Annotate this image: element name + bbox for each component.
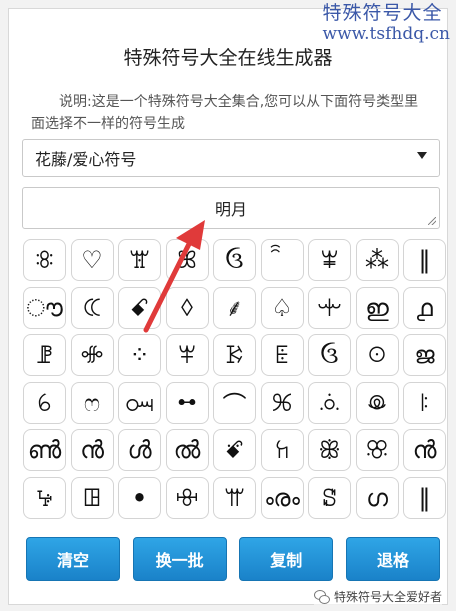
wechat-icon: [313, 589, 330, 604]
symbol-cell[interactable]: ‖: [403, 239, 446, 281]
symbol-cell[interactable]: ꗢ: [118, 381, 161, 424]
symbol-cell[interactable]: ꖊ: [23, 239, 66, 281]
symbol-cell[interactable]: ൻ: [70, 429, 114, 471]
symbol-cell[interactable]: ഗ: [355, 476, 399, 519]
symbol-cell[interactable]: ꕃ: [23, 381, 66, 424]
symbol-cell[interactable]: ઉ: [213, 239, 256, 281]
symbol-cell[interactable]: ꗃ: [118, 286, 161, 329]
symbol-cell[interactable]: ꕺ: [165, 286, 209, 329]
symbol-cell[interactable]: ൗ: [23, 286, 66, 329]
symbol-cell[interactable]: ꗣ: [213, 334, 256, 376]
symbol-cell[interactable]: ൽ: [165, 429, 209, 471]
symbol-cell[interactable]: ꖘ: [355, 381, 399, 424]
caret-down-icon: [417, 152, 427, 159]
symbol-cell[interactable]: ꖴ: [355, 334, 399, 376]
backspace-button[interactable]: 退格: [345, 537, 440, 581]
action-buttons: 清空 换一批 复制 退格: [26, 537, 440, 581]
symbol-cell[interactable]: ൾ: [118, 429, 161, 471]
symbol-cell[interactable]: ൺ: [23, 429, 66, 471]
clear-button[interactable]: 清空: [26, 537, 120, 581]
symbol-cell[interactable]: ꗟ: [308, 476, 351, 519]
symbol-cell[interactable]: ൟ: [260, 476, 304, 519]
symbol-cell[interactable]: ꗻ: [308, 286, 351, 329]
symbol-cell[interactable]: ⁂: [355, 239, 399, 281]
bottom-watermark-text: 特殊符号大全爱好者: [333, 590, 442, 604]
symbol-cell[interactable]: ൧: [403, 286, 446, 329]
resize-handle-icon[interactable]: [428, 217, 436, 225]
symbol-cell[interactable]: ꖸ: [70, 476, 114, 519]
symbol-cell[interactable]: ‖: [403, 476, 446, 519]
refresh-button[interactable]: 换一批: [132, 537, 227, 581]
symbol-cell[interactable]: ꗄ: [213, 429, 256, 471]
category-select-value: 花藤/爱心符号: [35, 150, 137, 169]
symbol-cell[interactable]: ꕑ: [260, 381, 304, 424]
page-title: 特殊符号大全在线生成器: [123, 47, 333, 69]
symbol-cell[interactable]: ♡: [70, 239, 114, 281]
category-select[interactable]: 花藤/爱心符号: [22, 139, 440, 177]
symbol-cell[interactable]: ꕣ: [355, 429, 399, 471]
symbol-cell[interactable]: ꕆ: [70, 286, 114, 329]
symbol-cell[interactable]: ⌒: [213, 381, 256, 424]
symbol-cell[interactable]: ꕾ: [308, 239, 351, 281]
symbol-cell[interactable]: ഇ: [355, 286, 399, 329]
symbol-cell[interactable]: ⁘: [118, 334, 161, 376]
symbol-cell[interactable]: ꖷ: [260, 429, 304, 471]
output-value: 明月: [214, 200, 247, 219]
symbol-cell[interactable]: ꗍ: [260, 334, 304, 376]
symbol-cell[interactable]: ♤: [260, 286, 304, 329]
symbol-cell[interactable]: ൻ: [403, 429, 446, 471]
symbol-cell[interactable]: ꕽ: [165, 334, 209, 376]
symbol-cell[interactable]: ꕌ: [213, 476, 256, 519]
symbol-cell[interactable]: ꔷ: [118, 476, 161, 519]
copy-button[interactable]: 复制: [239, 537, 334, 581]
watermark-url: www.tsfhdq.cn: [322, 24, 450, 44]
symbol-cell[interactable]: ꩰ: [260, 239, 304, 281]
symbol-cell[interactable]: ꖂ: [118, 239, 161, 281]
symbol-cell[interactable]: ꕥ: [308, 429, 351, 471]
symbol-cell[interactable]: ઉ: [308, 334, 351, 376]
symbol-cell[interactable]: ꗘ: [23, 334, 66, 376]
symbol-cell[interactable]: ꕤ: [165, 239, 209, 281]
description-text: 说明:这是一个特殊符号大全集合,您可以从下面符号类型里面选择不一样的符号生成: [31, 94, 419, 132]
symbol-cell[interactable]: ꖎ: [403, 381, 446, 424]
symbol-cell[interactable]: ꕹ: [165, 381, 209, 424]
bottom-watermark: 特殊符号大全爱好者: [313, 588, 442, 605]
symbol-cell[interactable]: ꗳ: [165, 476, 209, 519]
watermark-name: 特殊符号大全: [322, 2, 443, 24]
symbol-grid: ꖊ♡ꖂꕤઉꩰꕾ⁂‖ൗꕆꗃꕺ⸙♤ꗻഇ൧ꗘꗂ⁘ꕽꗣꗍઉꖴജꕃෆꗢꕹ⌒ꕑꗝꖘꖎൺൻൾൽ…: [23, 239, 446, 519]
symbol-cell[interactable]: ꗂ: [70, 334, 114, 376]
site-watermark: 特殊符号大全 www.tsfhdq.cn: [323, 2, 450, 44]
symbol-cell[interactable]: ෆ: [70, 381, 114, 424]
symbol-cell[interactable]: ജ: [403, 334, 446, 376]
symbol-cell[interactable]: ꕵ: [23, 476, 66, 519]
symbol-cell[interactable]: ꗝ: [308, 381, 351, 424]
symbol-cell[interactable]: ⸙: [213, 286, 256, 329]
output-textarea[interactable]: 明月: [22, 187, 440, 229]
